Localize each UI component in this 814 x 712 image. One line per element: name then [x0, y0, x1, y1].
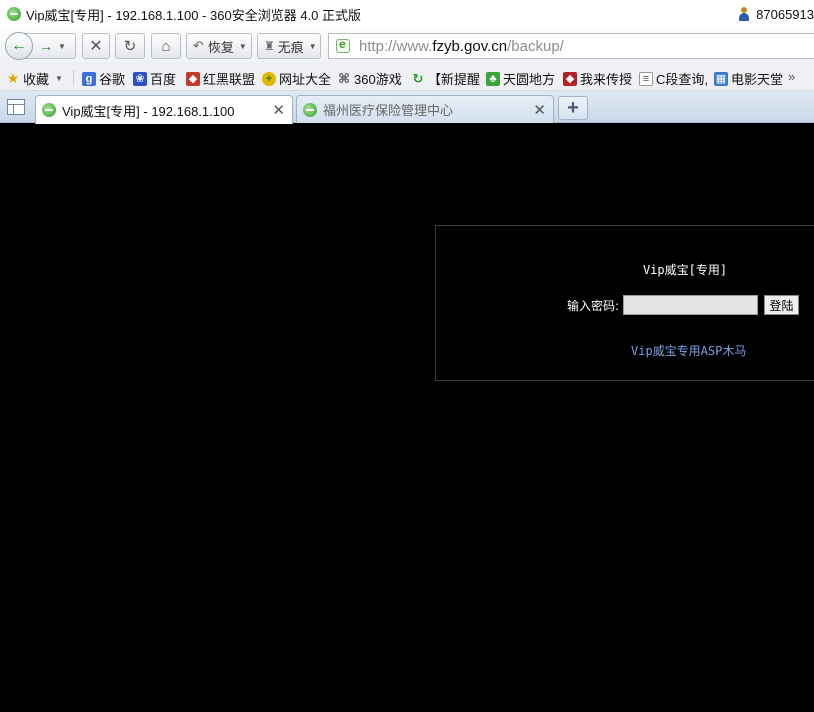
undo-icon: ↶: [193, 38, 204, 53]
incognito-hat-icon: ♜: [264, 39, 275, 53]
navigation-bar: ← → ▼ ✕ ↻ ⌂ ↶ 恢复 ▼ ♜ 无痕 ▼ http://www.fzy…: [0, 28, 814, 64]
bookmark-google[interactable]: g 谷歌: [82, 69, 125, 88]
tab-bar: Vip威宝[专用] - 192.168.1.100 ✕ 福州医疗保险管理中心 ✕…: [0, 91, 814, 124]
arrow-left-icon: ←: [11, 37, 27, 54]
tab-fuzhou-insurance[interactable]: 福州医疗保险管理中心 ✕: [296, 95, 554, 123]
user-icon: [738, 7, 750, 21]
tree-icon: ♣: [486, 71, 500, 86]
bookmark-honghei[interactable]: ◆ 红黑联盟: [186, 69, 255, 88]
restore-label: 恢复: [207, 39, 234, 55]
password-row: 输入密码: 登陆: [567, 295, 800, 315]
forward-button[interactable]: →: [39, 38, 53, 54]
account-area[interactable]: 87065913: [738, 0, 814, 28]
divider: [73, 70, 74, 85]
bookmark-wolai[interactable]: ◆ 我来传授: [563, 69, 632, 88]
footer-link[interactable]: Vip威宝专用ASP木马: [631, 342, 746, 359]
arrow-right-icon: →: [39, 38, 53, 54]
chevron-down-icon: ▼: [238, 41, 247, 51]
login-button[interactable]: 登陆: [764, 295, 800, 315]
title-bar: Vip威宝[专用] - 192.168.1.100 - 360安全浏览器 4.0…: [0, 0, 814, 28]
bookmark-cduan[interactable]: ≡ C段查询,: [639, 69, 708, 88]
page-title: Vip威宝[专用]: [642, 263, 728, 277]
new-tab-button[interactable]: +: [558, 96, 588, 120]
close-tab-icon[interactable]: ✕: [533, 101, 546, 119]
tab-vipweibao[interactable]: Vip威宝[专用] - 192.168.1.100 ✕: [35, 95, 293, 124]
more-chevron-icon[interactable]: »: [788, 69, 795, 84]
refresh-icon: ↻: [123, 38, 137, 55]
shield-icon: ◆: [563, 71, 577, 86]
tab-label: Vip威宝[专用] - 192.168.1.100: [62, 103, 235, 119]
bookmark-baidu[interactable]: ❀ 百度: [133, 69, 176, 88]
bookmark-reminder[interactable]: ↻ 【新提醒: [411, 69, 480, 88]
back-forward-group: ← → ▼: [5, 32, 76, 60]
close-tab-icon[interactable]: ✕: [272, 101, 285, 119]
bookmark-wangzhi[interactable]: + 网址大全: [262, 69, 331, 88]
restore-button[interactable]: ↶ 恢复 ▼: [186, 33, 252, 59]
gamepad-icon: ⌘: [337, 70, 351, 86]
star-icon: ★: [6, 70, 20, 86]
home-button[interactable]: ⌂: [151, 33, 181, 59]
shield-icon: ◆: [186, 71, 200, 86]
home-icon: ⌂: [161, 37, 171, 55]
bookmark-movie[interactable]: ▦ 电影天堂: [714, 69, 783, 88]
account-id: 87065913: [756, 6, 814, 22]
bookmark-360game[interactable]: ⌘ 360游戏: [337, 69, 402, 88]
chevron-down-icon: ▼: [308, 41, 317, 51]
history-dropdown-icon[interactable]: ▼: [58, 42, 66, 51]
tab-favicon-icon: [42, 103, 56, 117]
page-icon: ≡: [639, 71, 653, 86]
favorites-menu[interactable]: ★ 收藏 ▼: [6, 69, 63, 88]
login-panel: Vip威宝[专用] 输入密码: 登陆 Vip威宝专用ASP木马: [435, 225, 814, 381]
page-ie-icon: [336, 37, 350, 53]
close-x-icon: ✕: [89, 38, 103, 55]
plus-icon: +: [567, 96, 579, 119]
page-content: Vip威宝[专用] 输入密码: 登陆 Vip威宝专用ASP木马: [0, 124, 814, 712]
film-icon: ▦: [714, 71, 728, 86]
reload-button[interactable]: ↻: [115, 33, 145, 59]
sidebar-toggle-icon[interactable]: [7, 99, 25, 115]
tab-favicon-icon: [303, 102, 317, 117]
incognito-label: 无痕: [277, 39, 304, 55]
url-text[interactable]: http://www.fzyb.gov.cn/backup/: [359, 38, 564, 55]
incognito-button[interactable]: ♜ 无痕 ▼: [257, 33, 321, 59]
chevron-down-icon: ▼: [55, 74, 63, 83]
stop-button[interactable]: ✕: [82, 33, 110, 59]
back-button[interactable]: ←: [5, 32, 33, 60]
bookmarks-bar: ★ 收藏 ▼ g 谷歌 ❀ 百度 ◆ 红黑联盟 + 网址大全 ⌘ 360游戏 ↻…: [0, 64, 814, 91]
password-label: 输入密码:: [567, 298, 620, 313]
tab-label: 福州医疗保险管理中心: [323, 103, 454, 118]
baidu-paw-icon: ❀: [133, 71, 147, 86]
globe-icon: +: [262, 71, 276, 86]
bookmark-tianyuan[interactable]: ♣ 天圆地方: [486, 69, 555, 88]
password-input[interactable]: [623, 295, 759, 315]
address-bar[interactable]: http://www.fzyb.gov.cn/backup/: [328, 33, 814, 59]
browser-logo-icon: [7, 7, 21, 21]
window-title: Vip威宝[专用] - 192.168.1.100 - 360安全浏览器 4.0…: [26, 7, 362, 23]
refresh-icon: ↻: [412, 70, 424, 86]
google-icon: g: [82, 71, 96, 86]
